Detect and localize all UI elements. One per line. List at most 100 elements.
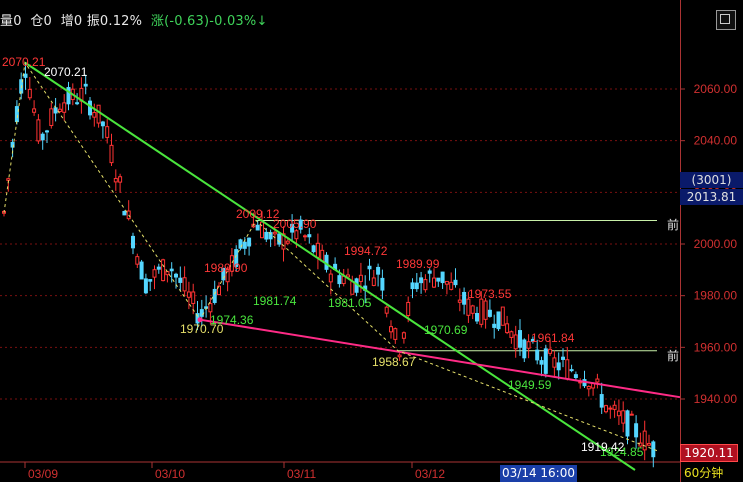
price-chart[interactable]: 2070.212070.211989.902009.122005.901994.… [0,0,743,482]
candle-body [45,130,49,133]
y-tick-label: 2040.00 [694,134,738,148]
candle-body [156,266,161,270]
x-tick-label: 03/10 [155,467,185,481]
candle-body [496,311,501,330]
candle-body [36,119,41,142]
candle-body [303,235,307,238]
y-tick-label: 1980.00 [694,289,738,303]
candle-body [543,348,548,374]
candle-body [500,306,505,326]
candle-body [186,291,191,298]
candle-body [122,210,127,216]
candle-body [380,277,385,291]
candle-body [440,271,445,284]
candle-body [621,410,626,424]
swing-label: 1989.99 [396,257,440,271]
candle-body [83,83,88,87]
candle-body [393,328,398,340]
candle-body [242,241,247,249]
candle-body [148,279,153,282]
candle-body [165,271,170,276]
candle-body [599,394,604,408]
candle-body [406,301,411,316]
trend-lines [3,61,681,471]
candle-body [113,178,118,183]
candle-body [436,277,441,282]
window-toggle-icon[interactable] [716,10,736,30]
low-label: 1970.70 [180,322,224,336]
zigzag-line [3,61,658,452]
candle-body [92,112,97,118]
candle-body [444,280,449,285]
candle-body [178,277,183,283]
cursor-date-label: 03/14 16:00 [500,465,577,482]
candle-body [376,266,381,275]
candle-body [616,410,621,417]
candle-body [328,273,333,283]
candle-body [169,268,174,272]
candle-body [479,298,484,325]
current-price-box: 1920.11 [680,444,738,462]
candle-body [212,288,217,303]
time-axis: 03/09 03/10 03/11 03/12 [24,462,445,481]
last-price-box: 2013.81 [680,189,743,205]
candle-body [535,349,540,361]
candle-body [449,281,454,290]
candle-body [350,281,355,295]
candle-body [410,282,415,290]
candle-body [341,275,346,285]
candle-body [208,303,213,313]
candle-body [49,108,54,127]
candle-body [337,275,342,285]
low-marker [197,317,203,323]
candle-body [462,291,467,305]
candle-body [131,235,135,249]
candle-body [470,305,475,314]
timeframe-label[interactable]: 60分钟 [684,464,723,481]
swing-label: 1994.72 [344,244,388,258]
candle-body [174,273,178,278]
candle-body [457,299,462,303]
low-label: 1958.67 [372,355,416,369]
candle-body [586,385,591,390]
y-tick-label: 1940.00 [694,392,738,406]
candle-body [548,348,553,354]
candle-body [389,326,393,333]
candle-body [561,356,565,360]
swing-label: 1981.74 [253,294,297,308]
prev-marker-1: 前 [666,218,679,232]
candle-body [483,300,488,320]
candle-body [526,341,531,349]
candle-body [307,234,312,238]
swing-label: 2005.90 [273,217,317,231]
y-tick-label: 1960.00 [694,340,738,354]
candle-body [509,331,514,338]
candle-body [401,332,406,339]
candle-body [27,88,32,99]
candle-body [384,306,389,314]
candle-body [285,240,290,244]
price-axis-border [680,0,681,482]
candle-body [100,121,105,127]
candle-body [247,237,252,247]
candle-body [539,360,544,365]
candle-body [427,270,432,274]
candle-body [453,279,458,286]
candle-body [518,330,522,348]
candle-body [272,231,277,235]
candle-body [143,278,148,294]
candle-body [75,102,80,105]
candle-body [57,108,62,113]
candle-body [604,405,608,413]
candle-body [487,309,492,317]
candle-body [419,277,424,284]
candle-body [358,274,363,282]
candle-body [432,277,436,288]
swing-label: 1949.59 [508,378,552,392]
candle-body [88,100,92,116]
candle-body [315,242,320,258]
candle-body [255,224,260,231]
price-axis: 2060.002040.002020.002000.001980.001960.… [680,82,737,406]
high-label: 2070.21 [2,55,46,69]
candle-body [513,334,518,350]
